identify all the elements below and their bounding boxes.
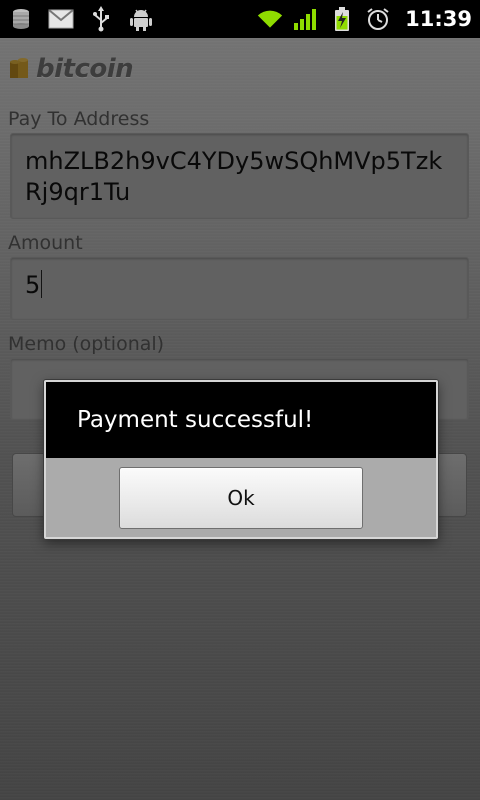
payment-dialog: Payment successful! Ok: [44, 380, 438, 539]
screen: 11:39 bitcoin Pay To Address mhZLB2h9vC4…: [0, 0, 480, 800]
alarm-icon: [365, 6, 391, 32]
ok-button[interactable]: Ok: [119, 466, 363, 529]
signal-icon: [293, 6, 319, 32]
android-debug-icon: [128, 6, 154, 32]
system-icons: 11:39: [257, 6, 472, 32]
wifi-icon: [257, 6, 283, 32]
notification-icons: [8, 6, 154, 32]
dialog-button-bar: Ok: [46, 458, 436, 537]
dialog-message: Payment successful!: [46, 382, 436, 458]
clock-time: 11:39: [405, 7, 472, 31]
gmail-icon: [48, 6, 74, 32]
coins-icon: [8, 6, 34, 32]
status-bar: 11:39: [0, 0, 480, 38]
battery-charging-icon: [329, 6, 355, 32]
usb-icon: [88, 6, 114, 32]
